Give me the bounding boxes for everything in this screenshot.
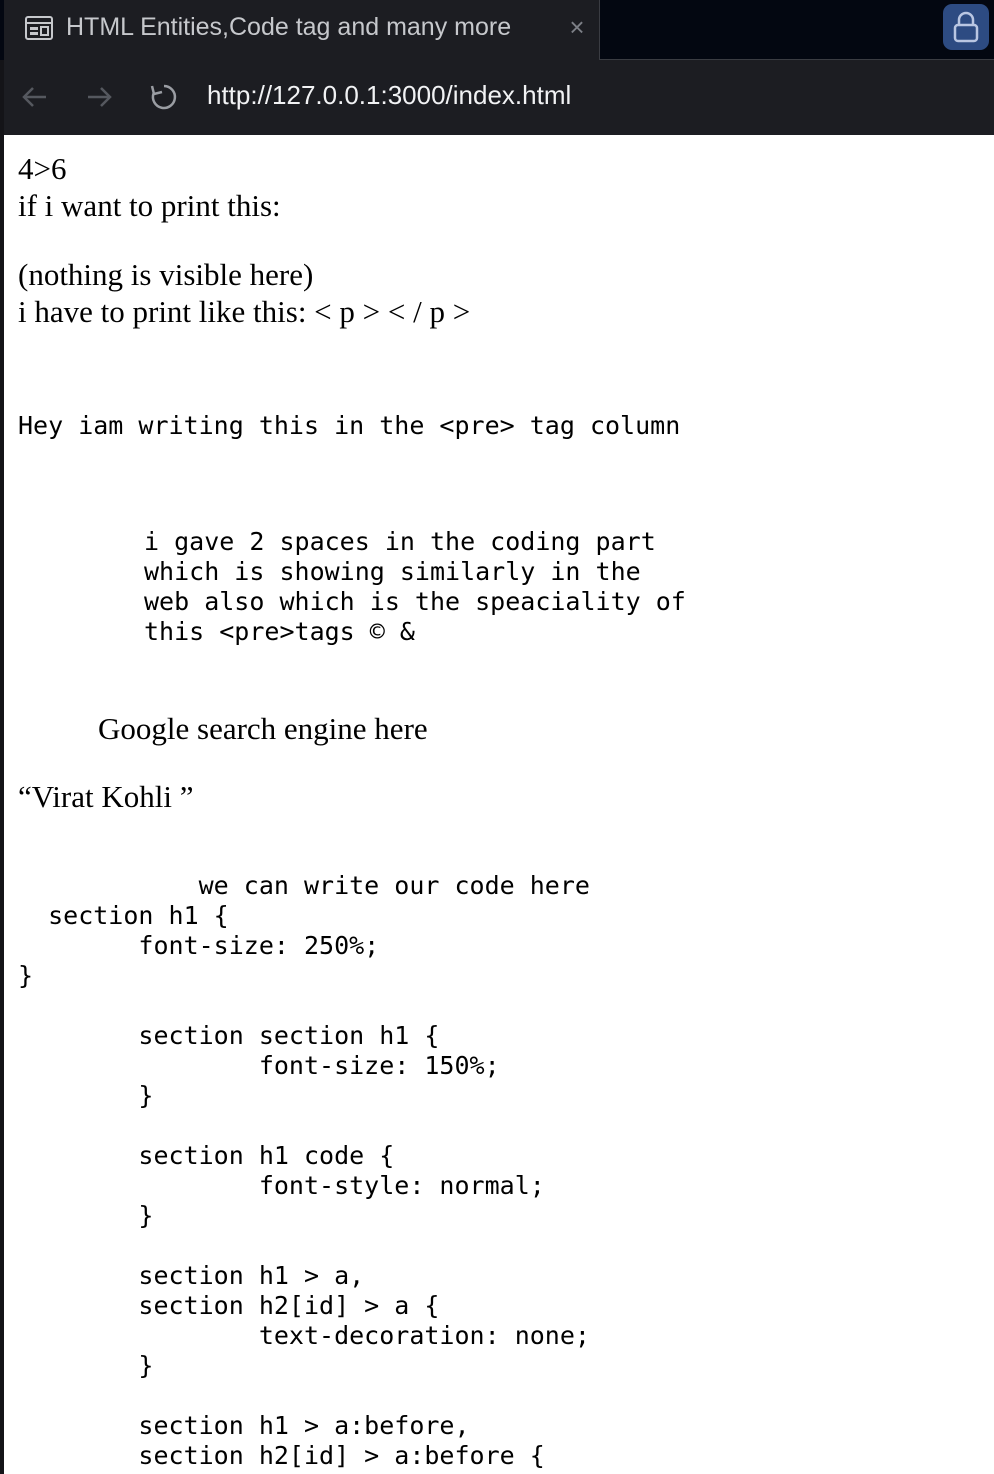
- tab-title: HTML Entities,Code tag and many more: [66, 13, 512, 41]
- code-line: we can write our code here: [18, 871, 590, 900]
- entity-line-3: (nothing is visible here): [18, 257, 314, 292]
- code-line: text-decoration: none;: [18, 1321, 590, 1350]
- code-line: section h2[id] > a:before {: [18, 1441, 545, 1470]
- code-line: font-style: normal;: [18, 1171, 545, 1200]
- address-bar[interactable]: http://127.0.0.1:3000/index.html: [207, 80, 571, 111]
- navigation-bar: http://127.0.0.1:3000/index.html: [4, 60, 994, 135]
- code-line: section h1 > a:before,: [18, 1411, 470, 1440]
- forward-arrow-icon[interactable]: [82, 80, 116, 114]
- entity-line-2: if i want to print this:: [18, 188, 281, 223]
- pre-line: web also which is the speaciality of: [144, 587, 686, 616]
- code-line: }: [18, 961, 34, 990]
- quote-text: “Virat Kohli ”: [18, 779, 194, 814]
- code-line: section h1 {: [18, 901, 229, 930]
- page-layout-icon: [24, 14, 54, 42]
- google-text: Google search engine here: [98, 711, 428, 746]
- entity-line-1: 4>6: [18, 151, 67, 186]
- browser-tab[interactable]: HTML Entities,Code tag and many more ×: [4, 0, 600, 60]
- code-line: }: [18, 1351, 154, 1380]
- code-line: font-size: 250%;: [18, 931, 380, 960]
- pre-block-1: Hey iam writing this in the <pre> tag co…: [18, 411, 681, 440]
- reload-icon[interactable]: [147, 80, 181, 114]
- tab-bar: HTML Entities,Code tag and many more ×: [0, 0, 994, 60]
- close-icon[interactable]: ×: [564, 12, 590, 42]
- code-line: }: [18, 1081, 154, 1110]
- pre-line: which is showing similarly in the: [144, 557, 641, 586]
- code-line: section h2[id] > a {: [18, 1291, 440, 1320]
- entity-line-4: i have to print like this: < p > < / p >: [18, 294, 471, 329]
- code-line: section h1 > a,: [18, 1261, 365, 1290]
- code-line: section h1 code {: [18, 1141, 395, 1170]
- code-line: section section h1 {: [18, 1021, 440, 1050]
- pre-line: i gave 2 spaces in the coding part: [144, 527, 656, 556]
- code-line: }: [18, 1201, 154, 1230]
- page-content: 4>6 if i want to print this: (nothing is…: [4, 135, 994, 1474]
- back-arrow-icon[interactable]: [18, 80, 52, 114]
- code-line: font-size: 150%;: [18, 1051, 500, 1080]
- lock-button[interactable]: [943, 4, 989, 50]
- pre-line: this <pre>tags © &: [144, 617, 415, 646]
